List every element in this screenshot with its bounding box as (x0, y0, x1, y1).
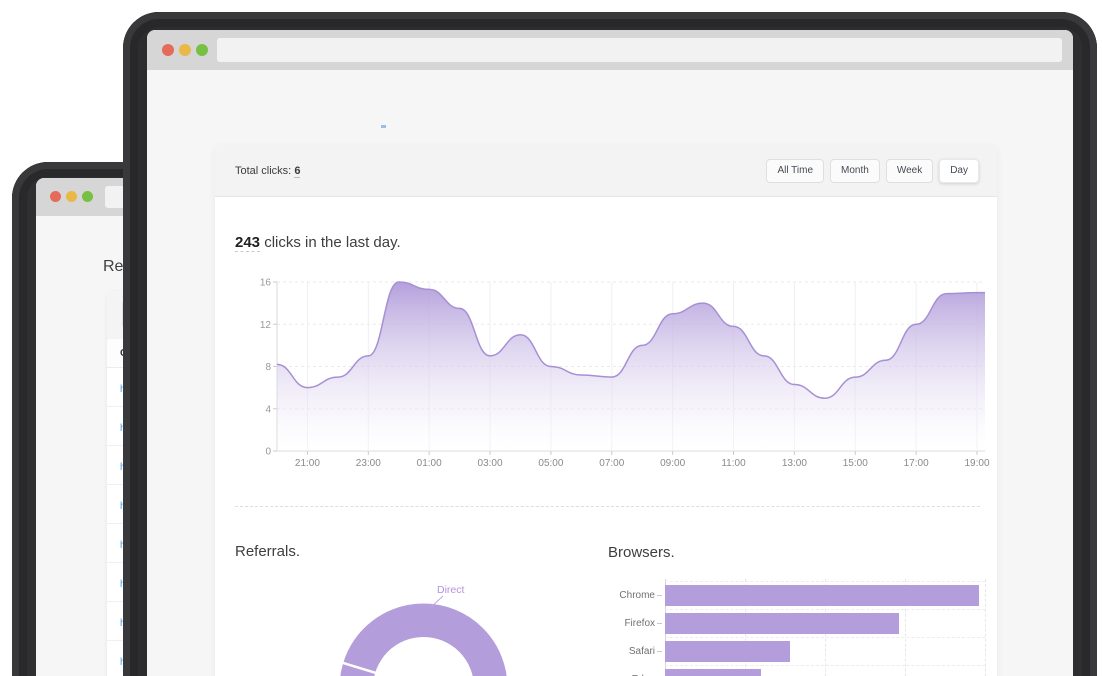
bar-category-label: Chrome (600, 590, 657, 601)
svg-text:09:00: 09:00 (660, 458, 685, 469)
bar-axis-tick (657, 595, 662, 596)
section-divider (235, 506, 980, 507)
front-window-controls (162, 44, 208, 56)
total-clicks-text: Total clicks: (235, 165, 291, 177)
svg-text:17:00: 17:00 (904, 458, 929, 469)
tiny-blue-mark (381, 125, 386, 128)
donut-segment-label: Direct (437, 584, 465, 596)
front-browser-window: Total clicks: 6 All TimeMonthWeekDay 243… (147, 30, 1073, 676)
bar-row-edge: Edge (600, 665, 1002, 676)
bar-row-safari: Safari (600, 637, 1002, 665)
analytics-card: Total clicks: 6 All TimeMonthWeekDay 243… (215, 145, 997, 676)
front-browser-toolbar (147, 30, 1073, 70)
front-window-content: Total clicks: 6 All TimeMonthWeekDay 243… (147, 70, 1073, 676)
filter-button-week[interactable]: Week (886, 159, 933, 183)
browsers-section-title: Browsers. (608, 544, 675, 561)
svg-text:0: 0 (265, 447, 271, 458)
bar-value-firefox (665, 613, 899, 634)
svg-text:19:00: 19:00 (964, 458, 989, 469)
svg-text:03:00: 03:00 (478, 458, 503, 469)
minimize-window-icon[interactable] (66, 191, 77, 202)
close-window-icon[interactable] (162, 44, 174, 56)
bar-value-chrome (665, 585, 979, 606)
svg-text:13:00: 13:00 (782, 458, 807, 469)
bar-track (665, 637, 985, 665)
total-clicks-value: 6 (294, 165, 300, 178)
filter-button-month[interactable]: Month (830, 159, 880, 183)
filter-button-all-time[interactable]: All Time (766, 159, 824, 183)
stats-bar: Total clicks: 6 All TimeMonthWeekDay (215, 145, 997, 197)
minimize-window-icon[interactable] (179, 44, 191, 56)
svg-text:16: 16 (260, 278, 272, 289)
svg-text:07:00: 07:00 (599, 458, 624, 469)
clicks-headline-text: clicks in the last day. (260, 234, 401, 251)
donut-ring (356, 620, 491, 676)
referrals-donut-chart: Direct (330, 575, 520, 676)
bar-axis-tick (657, 651, 662, 652)
browsers-bar-chart: ChromeFirefoxSafariEdgeOther (600, 578, 1002, 676)
bar-chart-rows: ChromeFirefoxSafariEdgeOther (600, 578, 1002, 676)
svg-text:4: 4 (265, 404, 271, 415)
bar-track (665, 665, 985, 676)
bar-category-label: Safari (600, 646, 657, 657)
svg-text:21:00: 21:00 (295, 458, 320, 469)
svg-text:11:00: 11:00 (721, 458, 746, 469)
svg-text:23:00: 23:00 (356, 458, 381, 469)
maximize-window-icon[interactable] (82, 191, 93, 202)
clicks-area-chart: 16 12 8 4 0 21:00 23:00 01:00 03:00 05:00 07:00 09:… (230, 268, 1000, 483)
back-window-controls (50, 191, 93, 202)
clicks-count: 243 (235, 234, 260, 252)
bar-track (665, 581, 985, 609)
maximize-window-icon[interactable] (196, 44, 208, 56)
clicks-headline: 243 clicks in the last day. (235, 234, 401, 251)
bar-row-chrome: Chrome (600, 581, 1002, 609)
bar-category-label: Firefox (600, 618, 657, 629)
referrals-section-title: Referrals. (235, 543, 300, 560)
svg-text:01:00: 01:00 (417, 458, 442, 469)
bar-track (665, 609, 985, 637)
bar-axis-tick (657, 623, 662, 624)
bar-value-edge (665, 669, 761, 676)
svg-text:15:00: 15:00 (843, 458, 868, 469)
bar-row-firefox: Firefox (600, 609, 1002, 637)
close-window-icon[interactable] (50, 191, 61, 202)
svg-text:12: 12 (260, 320, 272, 331)
time-filter-group: All TimeMonthWeekDay (766, 159, 979, 183)
bar-value-safari (665, 641, 790, 662)
svg-text:05:00: 05:00 (538, 458, 563, 469)
svg-text:8: 8 (265, 362, 271, 373)
total-clicks-label: Total clicks: 6 (235, 165, 300, 177)
filter-button-day[interactable]: Day (939, 159, 979, 183)
area-chart-fill (277, 282, 985, 451)
front-url-bar[interactable] (217, 38, 1062, 62)
